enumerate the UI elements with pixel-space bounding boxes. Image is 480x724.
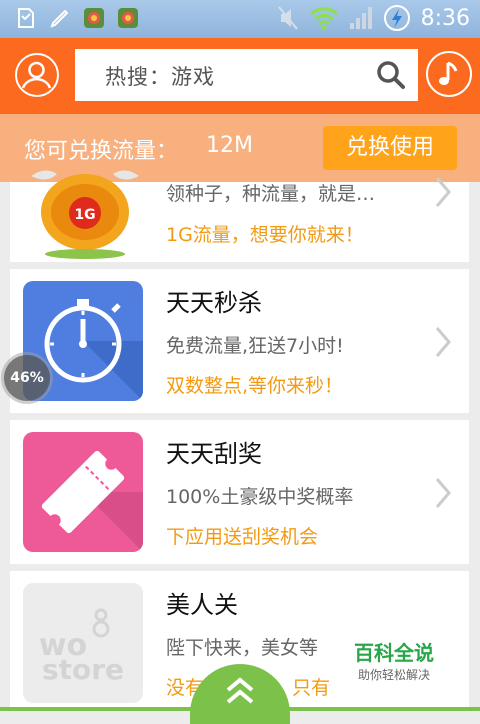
bottom-bar — [0, 707, 480, 711]
double-chevron-up-icon — [226, 677, 254, 704]
item-promo: 1G流量，想要你就来！ — [166, 224, 364, 246]
edit-icon — [50, 9, 69, 28]
charging-icon — [383, 5, 410, 31]
item-subtitle: 陛下快来，美女等 — [166, 637, 319, 659]
mute-icon — [277, 6, 298, 30]
wo-store-icon: wo store — [23, 583, 143, 703]
list-item[interactable]: 1G 领种子，种流量，就是… 1G流量，想要你就来！ — [10, 170, 469, 262]
list-item[interactable]: 天天刮奖 100%土豪级中奖概率 下应用送刮奖机会 — [10, 420, 469, 564]
item-promo: 双数整点,等你来秒！ — [166, 375, 344, 397]
status-bar: 8:36 — [0, 0, 480, 38]
search-icon[interactable] — [376, 60, 406, 90]
bag-label: 1G — [74, 207, 95, 223]
search-hint: 热搜：游戏 — [105, 65, 215, 89]
list-item[interactable]: 天天秒杀 免费流量,狂送7小时! 双数整点,等你来秒！ — [10, 269, 469, 413]
app-notification-icon — [84, 8, 104, 28]
scroll-top-button[interactable] — [190, 664, 290, 724]
chevron-right-icon — [435, 177, 451, 207]
signal-icon — [349, 7, 372, 29]
chevron-right-icon — [435, 478, 451, 508]
status-right: 8:36 — [277, 4, 470, 32]
item-subtitle: 100%土豪级中奖概率 — [166, 486, 354, 508]
scratch-ticket-icon — [23, 432, 143, 552]
chevron-right-icon — [435, 327, 451, 357]
item-promo: 下应用送刮奖机会 — [166, 526, 319, 548]
app-header: 热搜：游戏 — [0, 38, 480, 114]
item-subtitle: 领种子，种流量，就是… — [166, 183, 376, 205]
clock: 8:36 — [420, 5, 470, 31]
notification-icons — [14, 6, 140, 30]
music-button[interactable] — [426, 51, 472, 97]
watermark-subtitle: 助你轻松解决 — [357, 668, 430, 682]
music-note-icon — [439, 61, 458, 85]
item-title: 天天秒杀 — [166, 289, 262, 317]
item-subtitle: 免费流量,狂送7小时! — [166, 335, 344, 357]
watermark: 百科全说 助你轻松解决 — [346, 637, 442, 683]
seed-bag-icon: 1G — [23, 142, 143, 262]
sd-card-icon — [18, 8, 34, 28]
store-text: store — [42, 653, 124, 686]
exchange-amount: 12M — [206, 133, 253, 158]
app-notification-icon — [118, 8, 138, 28]
watermark-title: 百科全说 — [354, 641, 434, 665]
user-avatar-button[interactable] — [15, 53, 59, 97]
download-progress-badge[interactable]: 46% — [4, 355, 50, 401]
user-icon — [21, 61, 52, 89]
exchange-use-button[interactable]: 兑换使用 — [323, 126, 457, 170]
wifi-icon — [309, 7, 338, 31]
item-title: 天天刮奖 — [166, 440, 262, 468]
item-title: 美人关 — [166, 591, 238, 619]
search-bar[interactable]: 热搜：游戏 — [75, 49, 418, 101]
